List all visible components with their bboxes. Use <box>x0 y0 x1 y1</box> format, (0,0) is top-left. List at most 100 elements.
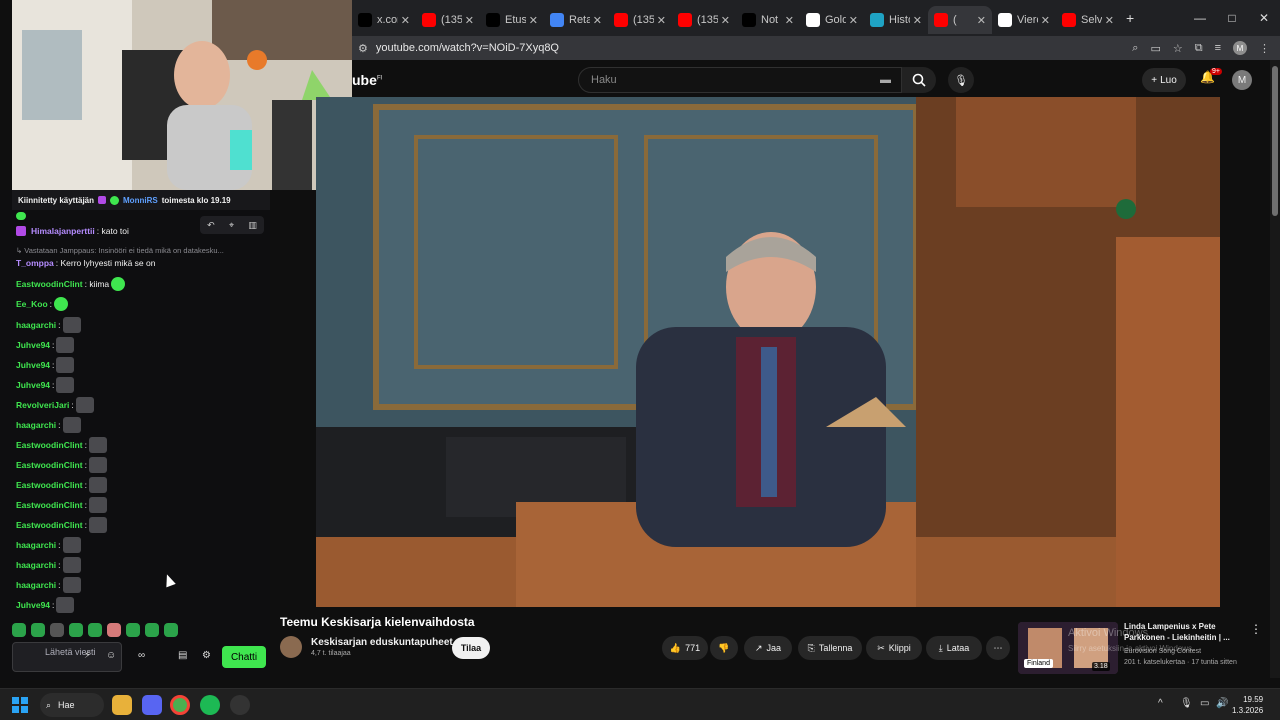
media-controls-icon[interactable]: ≡ <box>1215 42 1221 54</box>
browser-tab[interactable]: (135 ✕ <box>672 6 736 34</box>
store-icon[interactable]: ▤ <box>178 650 187 661</box>
chat-username[interactable]: EastwoodinClint <box>16 480 83 490</box>
zoom-icon[interactable]: ⌕ <box>1132 42 1138 55</box>
maximize-icon[interactable]: □ <box>1216 11 1248 25</box>
close-tab-icon[interactable]: ✕ <box>977 14 986 27</box>
emote-icon[interactable] <box>69 623 83 637</box>
browser-tab[interactable]: Etusi✕ <box>480 6 544 34</box>
close-tab-icon[interactable]: ✕ <box>721 14 730 27</box>
chat-username[interactable]: EastwoodinClint <box>16 279 83 289</box>
chrome-icon[interactable] <box>170 695 190 715</box>
chat-username[interactable]: Juhve94 <box>16 380 50 390</box>
download-button[interactable]: ⤓ Lataa <box>926 636 982 660</box>
close-window-icon[interactable]: ✕ <box>1248 11 1280 25</box>
taskbar-clock[interactable]: 19.59 1.3.2026 <box>1232 694 1263 716</box>
spotify-icon[interactable] <box>200 695 220 715</box>
chat-username[interactable]: EastwoodinClint <box>16 460 83 470</box>
browser-tab[interactable]: Gold ✕ <box>800 6 864 34</box>
dislike-button[interactable]: 👎 <box>710 636 738 660</box>
tray-overflow-icon[interactable]: ^ <box>1158 698 1163 709</box>
keyboard-icon[interactable]: ▬ <box>880 74 891 86</box>
chat-username[interactable]: haagarchi <box>16 560 56 570</box>
voice-search-button[interactable]: 🎙 <box>948 67 974 93</box>
chat-username[interactable]: RevolveriJari <box>16 400 69 410</box>
chat-username[interactable]: Juhve94 <box>16 360 50 370</box>
chat-username[interactable]: haagarchi <box>16 580 56 590</box>
chat-username[interactable]: haagarchi <box>16 320 56 330</box>
chat-username[interactable]: EastwoodinClint <box>16 440 83 450</box>
user-avatar[interactable]: M <box>1232 70 1252 90</box>
emote-icon[interactable] <box>88 623 102 637</box>
new-tab-icon[interactable]: + <box>1126 10 1134 26</box>
channel-points-icon[interactable]: ∞ <box>138 650 145 661</box>
video-player[interactable] <box>316 97 1220 607</box>
close-tab-icon[interactable]: ✕ <box>1041 14 1050 27</box>
channel-avatar[interactable] <box>280 636 302 658</box>
emote-icon[interactable] <box>31 623 45 637</box>
subscribe-button[interactable]: Tilaa <box>452 637 490 659</box>
browser-tab[interactable]: Not ✕ <box>736 6 800 34</box>
browser-tab[interactable]: Vierc✕ <box>992 6 1056 34</box>
emote-icon[interactable] <box>107 623 121 637</box>
cast-icon[interactable]: ▭ <box>1150 42 1160 55</box>
taskbar-search[interactable]: ⌕ Hae <box>40 693 104 717</box>
save-button[interactable]: ⎘ Tallenna <box>798 636 862 660</box>
more-actions-button[interactable]: ⋯ <box>986 636 1010 660</box>
obs-icon[interactable] <box>230 695 250 715</box>
share-button[interactable]: ↗ Jaa <box>744 636 792 660</box>
youtube-logo[interactable]: ubeFI <box>352 72 382 88</box>
chat-send-button[interactable]: Chatti <box>222 646 266 668</box>
close-tab-icon[interactable]: ✕ <box>401 14 410 27</box>
chrome-menu-icon[interactable]: ⋮ <box>1259 42 1270 55</box>
pinned-user[interactable]: MonniRS <box>123 196 158 205</box>
browser-tab[interactable]: Selvi✕ <box>1056 6 1120 34</box>
chat-username[interactable]: Juhve94 <box>16 600 50 610</box>
close-tab-icon[interactable]: ✕ <box>593 14 602 27</box>
scrollbar-thumb[interactable] <box>1272 66 1278 216</box>
delete-icon[interactable]: ▥ <box>248 220 257 231</box>
profile-avatar[interactable]: M <box>1233 41 1247 55</box>
reply-icon[interactable]: ↶ <box>207 220 215 231</box>
emote-icon[interactable] <box>50 623 64 637</box>
emote-icon[interactable] <box>145 623 159 637</box>
page-scrollbar[interactable] <box>1270 60 1280 678</box>
close-tab-icon[interactable]: ✕ <box>849 14 858 27</box>
chat-username[interactable]: haagarchi <box>16 540 56 550</box>
close-tab-icon[interactable]: ✕ <box>529 14 538 27</box>
extension-icon[interactable]: ⚡ <box>84 650 91 661</box>
site-settings-icon[interactable]: ⚙ <box>358 42 368 55</box>
windows-start-icon[interactable] <box>12 697 28 713</box>
browser-tab[interactable]: Histo✕ <box>864 6 928 34</box>
bookmark-star-icon[interactable]: ☆ <box>1173 42 1183 55</box>
channel-name[interactable]: Keskisarjan eduskuntapuheet <box>311 637 453 648</box>
browser-tab[interactable]: x.com✕ <box>352 6 416 34</box>
emote-icon[interactable] <box>126 623 140 637</box>
browser-tab[interactable]: (135 ✕ <box>608 6 672 34</box>
pin-icon[interactable]: ⌖ <box>229 220 234 231</box>
close-tab-icon[interactable]: ✕ <box>785 14 794 27</box>
close-tab-icon[interactable]: ✕ <box>465 14 474 27</box>
chat-username[interactable]: haagarchi <box>16 420 56 430</box>
settings-gear-icon[interactable]: ⚙ <box>202 650 211 661</box>
browser-tab[interactable]: Reta ✕ <box>544 6 608 34</box>
close-tab-icon[interactable]: ✕ <box>657 14 666 27</box>
emote-icon[interactable] <box>12 623 26 637</box>
close-tab-icon[interactable]: ✕ <box>1105 14 1114 27</box>
search-input[interactable]: Haku ▬ <box>578 67 902 93</box>
chat-username[interactable]: Ee_Koo <box>16 299 48 309</box>
emote-icon[interactable] <box>164 623 178 637</box>
browser-tab[interactable]: (✕ <box>928 6 992 34</box>
search-button[interactable] <box>902 67 936 93</box>
minimize-icon[interactable]: — <box>1184 11 1216 25</box>
network-icon[interactable]: ▭ <box>1200 698 1209 709</box>
browser-tab[interactable]: (135 ✕ <box>416 6 480 34</box>
chat-username[interactable]: EastwoodinClint <box>16 520 83 530</box>
like-button[interactable]: 👍 771 <box>662 636 708 660</box>
chat-username[interactable]: Juhve94 <box>16 340 50 350</box>
extensions-icon[interactable]: ⧉ <box>1195 42 1203 55</box>
clip-button[interactable]: ✂ Klippi <box>866 636 922 660</box>
recommended-menu-icon[interactable]: ⋮ <box>1250 622 1262 636</box>
create-button[interactable]: + Luo <box>1142 68 1186 92</box>
chat-username[interactable]: Himalajanperttii <box>31 226 95 236</box>
discord-icon[interactable] <box>142 695 162 715</box>
